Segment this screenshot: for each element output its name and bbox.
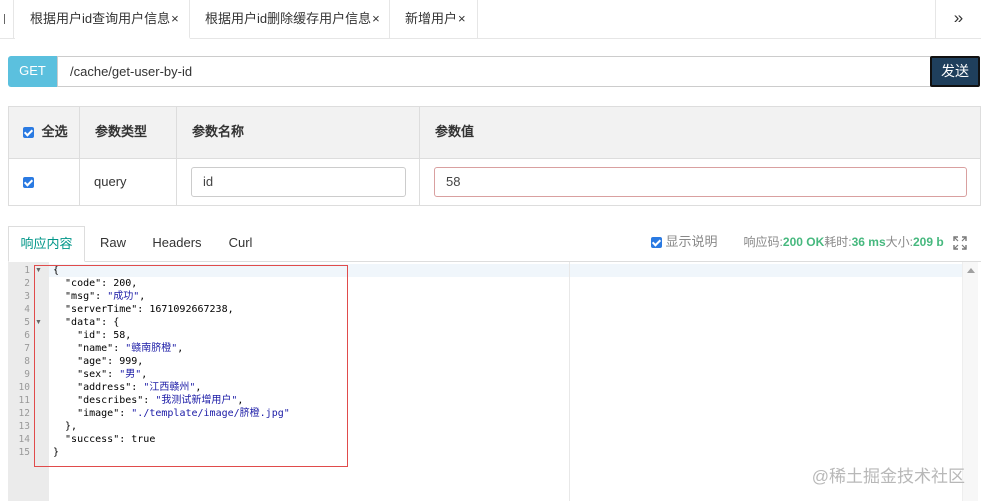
header-param-type: 参数类型 [80,107,177,158]
tab-headers[interactable]: Headers [146,226,208,262]
time-value: 36 ms [851,235,886,249]
param-value-cell: 58 [420,159,980,205]
scroll-up-icon[interactable] [967,268,975,273]
tab-add-user[interactable]: 新增用户× [390,0,478,39]
line-number: 5 [24,317,30,328]
code-line: "image": "./template/image/脐橙.jpg" [53,408,290,419]
print-margin [569,262,570,501]
tab-label: 根据用户id查询用户信息 [30,11,171,26]
line-number: 12 [18,408,30,419]
line-number-gutter: 1 ▼ 2 3 4 5 ▼ 6 7 8 9 10 11 12 13 14 15 [8,262,49,501]
params-table: 全选 参数类型 参数名称 参数值 query id 58 [8,106,981,206]
param-row-checkbox[interactable] [23,177,34,189]
line-number: 3 [24,291,30,302]
line-number: 7 [24,343,30,354]
line-number: 11 [18,395,30,406]
tab-response-body[interactable]: 响应内容 [8,226,85,262]
code-line: "msg": "成功", [53,291,146,302]
tab-bar: 根据用户id查询用户信息× 根据用户id删除缓存用户信息× 新增用户× » [0,0,981,39]
param-row: query id 58 [9,159,980,205]
show-desc-label: 显示说明 [665,234,718,249]
code-line: "address": "江西赣州", [53,382,202,393]
code-line: "sex": "男", [53,369,148,380]
tab-close-icon[interactable]: × [372,0,380,38]
code-line: "describes": "我测试新增用户", [53,395,244,406]
line-number: 13 [18,421,30,432]
tab-scroll-left[interactable] [0,0,14,38]
line-number: 14 [18,434,30,445]
line-number: 1 [24,265,30,276]
fold-arrow-icon[interactable]: ▼ [35,316,43,329]
header-param-value: 参数值 [435,124,475,139]
code-line: "success": true [53,434,156,445]
tab-curl[interactable]: Curl [218,226,263,262]
select-all-cell: 全选 [9,107,80,158]
tab-close-icon[interactable]: × [458,0,466,38]
code-line: }, [53,421,78,432]
tab-delete-cache-user[interactable]: 根据用户id删除缓存用户信息× [190,0,390,39]
code-line: "age": 999, [53,356,144,367]
line-number: 15 [18,447,30,458]
code-line: "serverTime": 1671092667238, [53,304,234,315]
line-number: 4 [24,304,30,315]
http-method-badge[interactable]: GET [8,56,57,87]
show-desc-checkbox[interactable] [650,237,662,249]
tab-get-user-by-id[interactable]: 根据用户id查询用户信息× [15,0,190,39]
code-line: { [53,265,60,276]
param-name-input[interactable]: id [191,167,406,197]
fullscreen-icon[interactable] [953,236,967,250]
param-type: query [80,159,177,205]
code-line: "id": 58, [53,330,132,341]
param-name-cell: id [177,159,420,205]
param-value-input[interactable]: 58 [434,167,967,197]
select-all-label: 全选 [41,124,68,139]
response-meta: 显示说明 响应码:200 OK耗时:36 ms大小:209 b [650,226,967,262]
url-input[interactable]: /cache/get-user-by-id [57,56,931,87]
time-label: 耗时: [824,235,852,249]
request-bar: GET /cache/get-user-by-id 发送 [8,56,980,87]
tab-label: 根据用户id删除缓存用户信息 [205,11,372,26]
tab-more-icon[interactable]: » [935,0,981,38]
param-row-check-cell [9,159,80,205]
send-button[interactable]: 发送 [930,56,980,87]
line-number: 2 [24,278,30,289]
tab-close-icon[interactable]: × [171,0,179,38]
code-line: "data": { [53,317,120,328]
status-code-label: 响应码: [743,235,783,249]
status-code-value: 200 OK [782,235,825,249]
code-line: } [53,447,60,458]
header-param-name: 参数名称 [177,107,420,158]
select-all-checkbox[interactable] [23,127,34,139]
line-number: 6 [24,330,30,341]
tab-label: 新增用户 [405,11,458,26]
code-line: "code": 200, [53,278,138,289]
response-tabs: 响应内容 Raw Headers Curl 显示说明 响应码:200 OK耗时:3… [8,226,981,262]
params-table-header: 全选 参数类型 参数名称 参数值 [9,107,980,159]
watermark: @稀土掘金技术社区 [811,467,965,486]
tab-raw[interactable]: Raw [90,226,136,262]
size-label: 大小: [885,235,913,249]
fold-arrow-icon[interactable]: ▼ [35,264,43,277]
code-line: "name": "赣南脐橙", [53,343,184,354]
line-number: 10 [18,382,30,393]
size-value: 209 b [912,235,944,249]
line-number: 8 [24,356,30,367]
line-number: 9 [24,369,30,380]
